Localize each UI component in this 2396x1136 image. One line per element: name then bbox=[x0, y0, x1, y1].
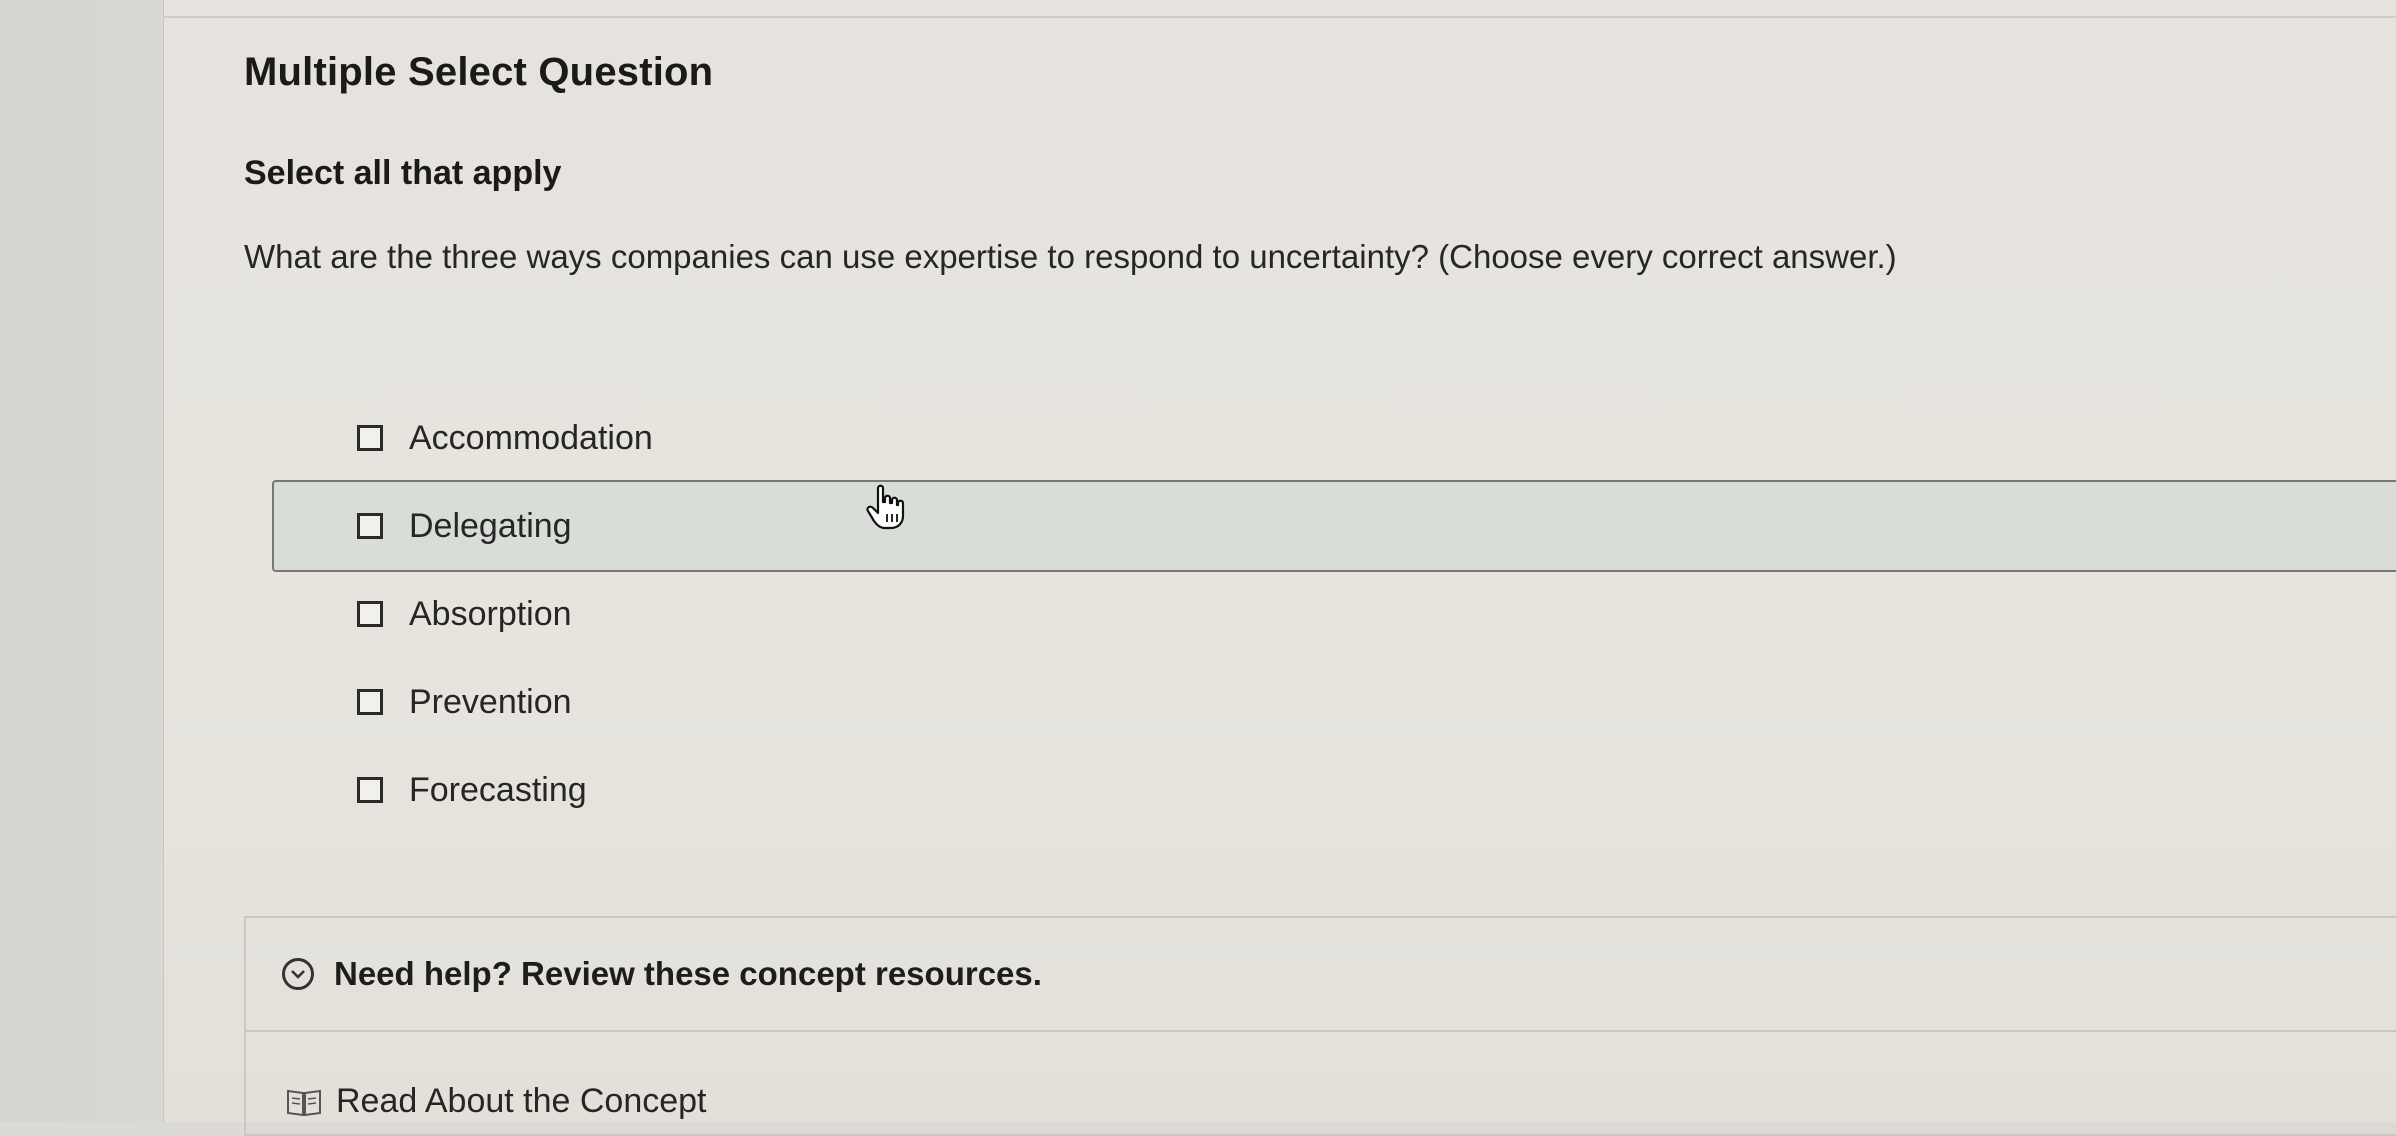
option-forecasting[interactable]: Forecasting bbox=[272, 744, 2396, 836]
checkbox[interactable] bbox=[357, 601, 383, 627]
checkbox[interactable] bbox=[357, 777, 383, 803]
left-margin bbox=[0, 0, 163, 1122]
option-label: Prevention bbox=[409, 682, 572, 721]
option-label: Accommodation bbox=[409, 418, 653, 457]
checkbox[interactable] bbox=[357, 513, 383, 539]
concept-resources-panel: Need help? Review these concept resource… bbox=[244, 916, 2396, 1136]
option-label: Delegating bbox=[409, 506, 572, 545]
help-title[interactable]: Need help? Review these concept resource… bbox=[334, 955, 1042, 993]
question-prompt: What are the three ways companies can us… bbox=[244, 238, 1897, 275]
read-about-concept-link[interactable]: Read About the Concept bbox=[286, 1082, 707, 1121]
resource-label[interactable]: Read About the Concept bbox=[336, 1082, 707, 1121]
help-toggle[interactable]: Need help? Review these concept resource… bbox=[246, 918, 2396, 1032]
hand-cursor-icon bbox=[866, 484, 905, 530]
chevron-down-circle-icon[interactable] bbox=[282, 958, 314, 990]
option-accommodation[interactable]: Accommodation bbox=[272, 392, 2396, 484]
option-prevention[interactable]: Prevention bbox=[272, 656, 2396, 748]
book-icon bbox=[287, 1089, 321, 1116]
top-divider bbox=[163, 16, 2396, 18]
question-type-title: Multiple Select Question bbox=[244, 50, 714, 94]
instruction-text: Select all that apply bbox=[244, 154, 562, 192]
checkbox[interactable] bbox=[357, 425, 383, 451]
option-absorption[interactable]: Absorption bbox=[272, 568, 2396, 660]
option-delegating[interactable]: Delegating bbox=[272, 480, 2396, 572]
option-label: Forecasting bbox=[409, 770, 587, 809]
option-label: Absorption bbox=[409, 594, 572, 633]
checkbox[interactable] bbox=[357, 689, 383, 715]
